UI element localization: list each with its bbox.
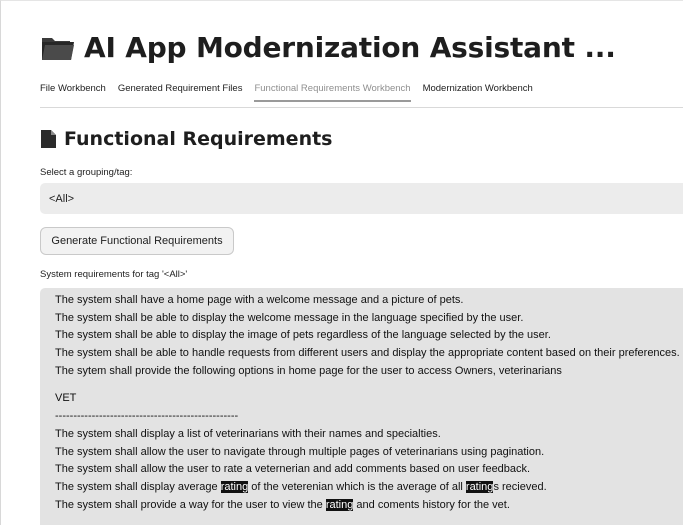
requirement-line: The system shall be able to handle reque…: [55, 347, 680, 360]
text-segment: The system shall provide a way for the u…: [55, 498, 326, 511]
document-icon: [41, 130, 56, 148]
app-header: AI App Modernization Assistant ...: [40, 25, 616, 69]
generate-functional-requirements-button[interactable]: Generate Functional Requirements: [40, 227, 234, 255]
tab-file-workbench[interactable]: File Workbench: [40, 83, 106, 100]
search-highlight: rating: [325, 498, 354, 511]
search-highlight: rating: [465, 480, 494, 493]
section-title: Functional Requirements: [64, 128, 333, 150]
requirements-label: System requirements for tag '<All>': [40, 269, 188, 280]
requirement-line-rating: The system shall display average rating …: [55, 479, 683, 497]
divider-line: ----------------------------------------…: [55, 410, 239, 423]
tab-generated-requirement-files[interactable]: Generated Requirement Files: [118, 83, 243, 100]
requirement-line: The system shall be able to display the …: [55, 329, 551, 342]
search-highlight: rating: [220, 480, 249, 493]
grouping-selected-value: <All>: [49, 192, 75, 205]
requirement-line-history: The system shall provide a way for the u…: [55, 497, 683, 515]
requirement-line: The system shall allow the user to navig…: [55, 445, 545, 458]
folder-icon: [42, 38, 74, 60]
requirement-line: The system shall allow the user to rate …: [55, 463, 531, 476]
text-segment: The system shall display average: [55, 480, 221, 493]
requirements-textarea[interactable]: The system shall have a home page with a…: [40, 288, 683, 525]
text-segment: and coments history for the vet.: [353, 498, 510, 511]
app-title: AI App Modernization Assistant ...: [84, 30, 616, 64]
section-header: Functional Requirements: [40, 125, 333, 153]
app-window: AI App Modernization Assistant ... File …: [0, 0, 683, 525]
requirement-line: The sytem shall provide the following op…: [55, 364, 562, 377]
requirement-line: The system shall have a home page with a…: [55, 294, 464, 306]
grouping-select[interactable]: <All>: [40, 183, 683, 214]
tab-functional-requirements-workbench[interactable]: Functional Requirements Workbench: [254, 83, 411, 102]
grouping-label: Select a grouping/tag:: [40, 167, 133, 178]
text-segment: of the veterenian which is the average o…: [248, 480, 466, 493]
vet-heading: VET: [55, 392, 77, 405]
tab-bar: File Workbench Generated Requirement Fil…: [40, 83, 683, 109]
text-segment: s recieved.: [493, 480, 547, 493]
tab-modernization-workbench[interactable]: Modernization Workbench: [423, 83, 533, 100]
requirement-line: The system shall be able to display the …: [55, 311, 524, 324]
requirement-line: The system shall display a list of veter…: [55, 427, 441, 440]
